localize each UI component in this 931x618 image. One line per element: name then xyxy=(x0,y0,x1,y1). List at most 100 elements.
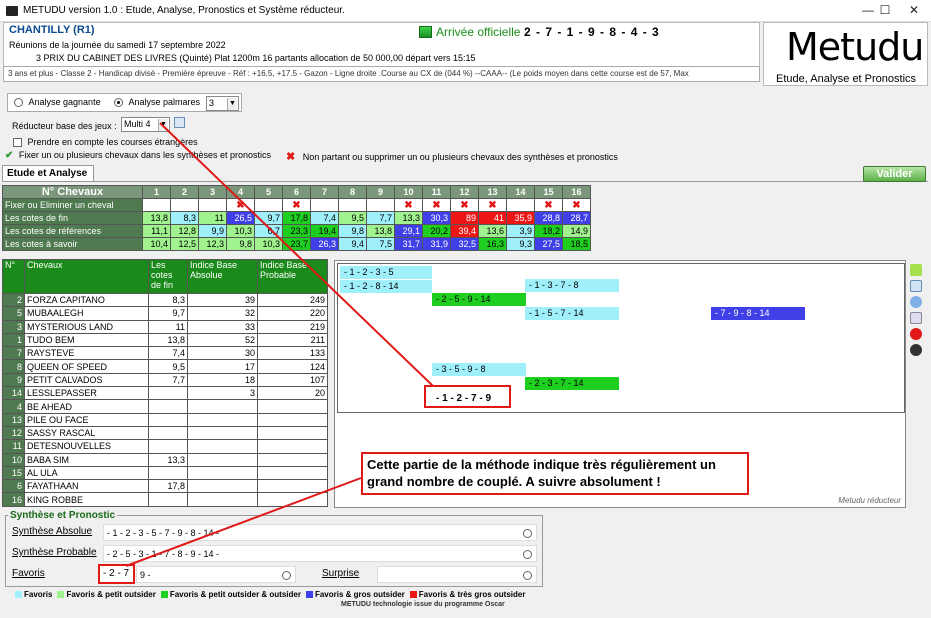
printer-icon[interactable] xyxy=(910,312,922,324)
radio-selected-icon[interactable] xyxy=(114,98,123,108)
fixer-cell[interactable] xyxy=(170,198,199,212)
cross-icon[interactable]: ✖ xyxy=(394,198,423,212)
palmares-select[interactable]: 3 ▼ xyxy=(206,96,239,111)
green-square-icon[interactable] xyxy=(910,264,922,276)
radio-icon[interactable] xyxy=(523,529,532,538)
legend-label: Favoris & gros outsider xyxy=(314,590,405,599)
cote-cell: 13,8 xyxy=(142,211,171,225)
cotes-grid: N° Chevaux 1 2 3 4 5 6 7 8 9 10 11 12 13 14 15 16 Fixer o… xyxy=(2,185,591,251)
table-row[interactable]: 6 FAYATHAAN 17,8 xyxy=(2,479,328,494)
radio-icon[interactable] xyxy=(14,98,23,108)
radio-analyse-gagnante[interactable]: Analyse gagnante xyxy=(14,97,101,108)
cross-icon[interactable]: ✖ xyxy=(282,198,311,212)
cote-cell: 9,9 xyxy=(198,224,227,238)
table-row[interactable]: 1 TUDO BEM 13,8 52 211 xyxy=(2,332,328,348)
cote-cell: 10,3 xyxy=(226,224,255,238)
close-button[interactable]: ✕ xyxy=(897,0,931,22)
cote-cell: 10,4 xyxy=(142,237,171,251)
cote-cell: 35,9 xyxy=(506,211,535,225)
fixer-legend: ✔ Fixer un ou plusieurs chevaux dans les… xyxy=(5,150,272,161)
cross-icon[interactable]: ✖ xyxy=(422,198,451,212)
header-num: 15 xyxy=(534,185,563,199)
radio-icon[interactable] xyxy=(282,571,291,580)
cote-cell: 7,4 xyxy=(310,211,339,225)
radio-icon[interactable] xyxy=(523,550,532,559)
reducteur-footer: Metudu réducteur xyxy=(838,496,901,505)
cote-cell: 20,2 xyxy=(422,224,451,238)
header-n-chevaux: N° Chevaux xyxy=(2,185,143,199)
reducteur-select[interactable]: Multi 4 ▼ xyxy=(121,117,170,132)
cross-icon[interactable]: ✖ xyxy=(562,198,591,212)
row-label: Les cotes de références xyxy=(2,224,143,238)
cross-icon[interactable]: ✖ xyxy=(450,198,479,212)
fixer-cell[interactable] xyxy=(254,198,283,212)
fixer-cell[interactable] xyxy=(366,198,395,212)
fixer-cell[interactable] xyxy=(310,198,339,212)
table-row[interactable]: 5 MUBAALEGH 9,7 32 220 xyxy=(2,306,328,321)
header-num: 3 xyxy=(198,185,227,199)
combo-item: - 1 - 5 - 7 - 14 xyxy=(525,307,619,320)
table-row[interactable]: 11 DETESNOUVELLES 30,3 xyxy=(2,439,328,454)
cote-cell: 32,5 xyxy=(450,237,479,251)
legend-swatch xyxy=(57,591,65,599)
valider-button[interactable]: Valider xyxy=(863,166,926,182)
logo-subtitle: Etude, Analyse et Pronostics xyxy=(776,73,917,85)
help-icon[interactable] xyxy=(910,296,922,308)
surprise-value xyxy=(377,566,537,583)
table-row[interactable]: 14 LESSLEPASSER 35,9 3 20 xyxy=(2,386,328,401)
cote-cell: 26,5 xyxy=(226,211,255,225)
col-cotes: Les cotes de fin xyxy=(148,259,188,294)
cross-icon[interactable]: ✖ xyxy=(478,198,507,212)
document-icon[interactable] xyxy=(910,280,922,292)
col-num: N° xyxy=(2,259,25,294)
fixer-cell[interactable] xyxy=(142,198,171,212)
radio-analyse-palmares[interactable]: Analyse palmares xyxy=(114,97,200,108)
legend-label: Favoris & petit outsider & outsider xyxy=(169,590,301,599)
cross-icon[interactable]: ✖ xyxy=(226,198,255,212)
cote-cell: 13,8 xyxy=(366,224,395,238)
favoris-label: Favoris xyxy=(12,568,45,579)
cote-cell: 13,3 xyxy=(394,211,423,225)
radio-icon[interactable] xyxy=(523,571,532,580)
checkbox-icon[interactable] xyxy=(13,138,22,148)
combo-item: - 1 - 2 - 3 - 5 xyxy=(340,266,432,279)
legend-label: Favoris & très gros outsider xyxy=(418,590,526,599)
highlight-box xyxy=(424,385,511,408)
fixer-cell[interactable] xyxy=(506,198,535,212)
favoris-value: 9 - xyxy=(136,566,296,583)
cote-cell: 6,7 xyxy=(254,224,283,238)
table-row[interactable]: 3 MYSTERIOUS LAND 11 33 219 xyxy=(2,319,328,334)
cote-cell: 29,1 xyxy=(394,224,423,238)
favoris-highlight: - 2 - 7 xyxy=(98,564,135,584)
cote-cell: 12,8 xyxy=(170,224,199,238)
table-row[interactable]: 7 RAYSTEVE 7,4 30 133 xyxy=(2,346,328,361)
header-num: 7 xyxy=(310,185,339,199)
settings-icon[interactable] xyxy=(910,344,922,356)
table-row[interactable]: 13 PILE OU FACE 41 xyxy=(2,412,328,427)
cote-cell: 8,3 xyxy=(170,211,199,225)
table-row[interactable]: 15 AL ULA 28,8 xyxy=(2,465,328,481)
cote-cell: 3,9 xyxy=(506,224,535,238)
table-row[interactable]: 4 BE AHEAD 26,5 xyxy=(2,399,328,414)
cote-cell: 23,3 xyxy=(282,224,311,238)
etrangeres-checkbox[interactable]: Prendre en compte les courses étrangères xyxy=(13,137,198,148)
table-row[interactable]: 8 QUEEN OF SPEED 9,5 17 124 xyxy=(2,359,328,374)
cote-cell: 26,3 xyxy=(310,237,339,251)
horses-table: N° Chevaux Les cotes de fin Indice Base Abs… xyxy=(2,259,328,507)
fixer-cell[interactable] xyxy=(198,198,227,212)
table-row[interactable]: 12 SASSY RASCAL 89 xyxy=(2,425,328,441)
col-iba: Indice Base Absolue xyxy=(187,259,258,294)
table-row[interactable]: 2 FORZA CAPITANO 8,3 39 249 xyxy=(2,292,328,308)
header-num: 13 xyxy=(478,185,507,199)
cote-cell: 11 xyxy=(198,211,227,225)
cote-cell: 10,3 xyxy=(254,237,283,251)
table-row[interactable]: 10 BABA SIM 13,3 xyxy=(2,452,328,467)
cross-icon[interactable]: ✖ xyxy=(534,198,563,212)
table-row[interactable]: 16 KING ROBBE 28,7 xyxy=(2,492,328,507)
fixer-cell[interactable] xyxy=(338,198,367,212)
header-num: 1 xyxy=(142,185,171,199)
red-dot-icon[interactable] xyxy=(910,328,922,340)
tab-etude-analyse[interactable]: Etude et Analyse xyxy=(2,165,94,182)
table-row[interactable]: 9 PETIT CALVADOS 7,7 18 107 xyxy=(2,372,328,388)
copy-icon[interactable] xyxy=(174,117,185,128)
